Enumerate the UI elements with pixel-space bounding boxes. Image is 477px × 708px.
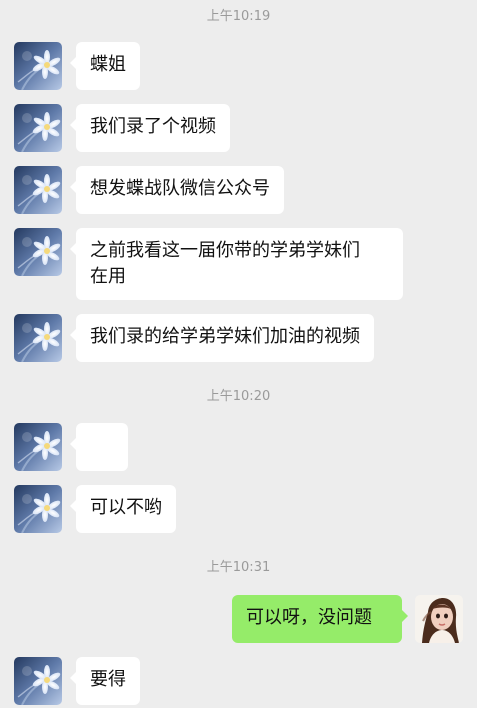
message-bubble[interactable]: 我们录了个视频 (70, 104, 230, 152)
message-bubble[interactable]: 要得 (70, 657, 140, 705)
message-bubble[interactable]: 之前我看这一届你带的学弟学妹们 在用 (70, 228, 403, 300)
flower-avatar-icon (14, 485, 62, 533)
flower-avatar-icon (14, 314, 62, 362)
flower-avatar-icon (14, 42, 62, 90)
chat-view[interactable]: 上午10:19 蝶姐 我们录了个视频 想发蝶战队微信公众号 之前我看这一届你带的… (0, 0, 477, 708)
flower-avatar-icon (14, 228, 62, 276)
contact-avatar[interactable] (14, 314, 62, 362)
contact-avatar[interactable] (14, 104, 62, 152)
timestamp: 上午10:20 (206, 389, 271, 404)
flower-avatar-icon (14, 104, 62, 152)
contact-avatar[interactable] (14, 485, 62, 533)
message-bubble[interactable]: 我们录的给学弟学妹们加油的视频 (70, 314, 374, 362)
timestamp: 上午10:31 (206, 560, 271, 575)
message-bubble[interactable]: 想发蝶战队微信公众号 (70, 166, 284, 214)
contact-avatar[interactable] (14, 42, 62, 90)
message-bubble[interactable]: 蝶姐 (70, 42, 140, 90)
girl-avatar-icon (415, 595, 463, 643)
contact-avatar[interactable] (14, 423, 62, 471)
contact-avatar[interactable] (14, 228, 62, 276)
message-bubble[interactable]: 可以不哟 (70, 485, 176, 533)
contact-avatar[interactable] (14, 657, 62, 705)
outgoing-message-bubble[interactable]: 可以呀，没问题 (232, 595, 408, 643)
emoji-message-bubble[interactable] (70, 423, 128, 510)
timestamp: 上午10:19 (206, 9, 271, 24)
contact-avatar[interactable] (14, 166, 62, 214)
flower-avatar-icon (14, 166, 62, 214)
flower-avatar-icon (14, 657, 62, 705)
flower-avatar-icon (14, 423, 62, 471)
my-avatar[interactable] (415, 595, 463, 643)
